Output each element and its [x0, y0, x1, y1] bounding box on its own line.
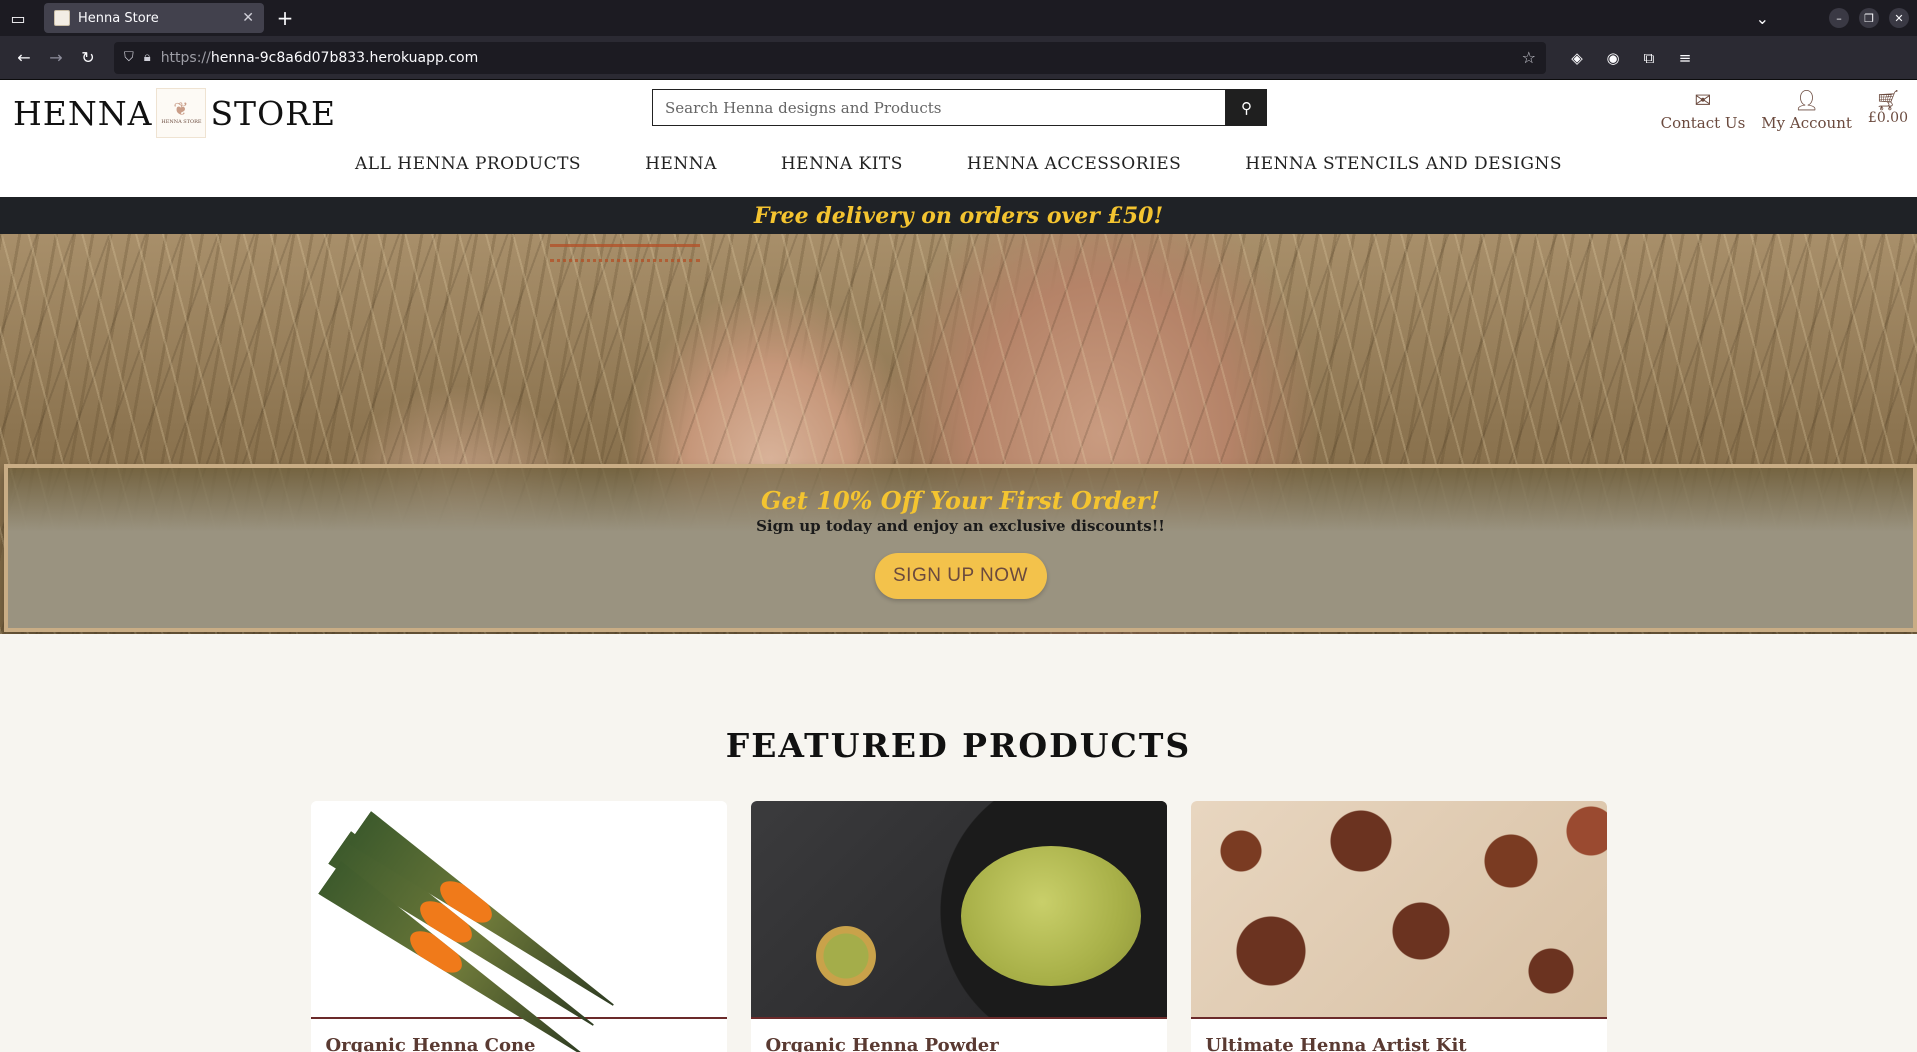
contact-us-label: Contact Us — [1660, 114, 1746, 132]
site-logo[interactable]: HENNA ❦ HENNA STORE STORE — [13, 88, 336, 138]
my-account-link[interactable]: 👤︎ My Account — [1761, 88, 1852, 132]
back-button[interactable]: ← — [8, 42, 40, 74]
new-tab-button[interactable]: + — [270, 3, 300, 33]
product-image-henna-powder[interactable] — [750, 801, 1167, 1019]
logo-text-right: STORE — [210, 93, 337, 133]
address-bar[interactable]: ⛉ 🔒︎ https://henna-9c8a6d07b833.herokuap… — [114, 41, 1546, 74]
account-circle-icon[interactable]: ◉ — [1602, 49, 1624, 67]
lock-icon[interactable]: 🔒︎ — [144, 50, 151, 65]
user-icon: 👤︎ — [1793, 88, 1820, 112]
nav-item-henna-accessories[interactable]: HENNA ACCESSORIES — [967, 154, 1181, 174]
leaf-icon: ❦ — [173, 99, 190, 120]
contact-us-link[interactable]: ✉ Contact Us — [1661, 88, 1746, 132]
spoon-shape — [810, 921, 881, 991]
promo-subtext: Sign up today and enjoy an exclusive dis… — [756, 517, 1165, 535]
minimize-button[interactable]: – — [1829, 8, 1849, 28]
logo-mark-text: HENNA STORE — [161, 119, 202, 125]
url-text: https://henna-9c8a6d07b833.herokuapp.com — [161, 50, 1522, 66]
nav-item-stencils-designs[interactable]: HENNA STENCILS AND DESIGNS — [1245, 154, 1562, 174]
powder-pile — [960, 846, 1141, 986]
sign-up-button[interactable]: SIGN UP NOW — [874, 553, 1047, 599]
signup-promo: Get 10% Off Your First Order! Sign up to… — [4, 464, 1917, 632]
delivery-banner: Free delivery on orders over £50! — [0, 197, 1917, 234]
reload-button[interactable]: ↻ — [72, 42, 104, 74]
window-controls: ⌄ – ❐ ✕ — [1756, 0, 1909, 36]
menu-icon[interactable]: ≡ — [1674, 49, 1696, 67]
product-name[interactable]: Ultimate Henna Artist Kit — [1191, 1019, 1607, 1052]
bookmark-star-icon[interactable]: ☆ — [1522, 48, 1536, 67]
nav-item-all-products[interactable]: ALL HENNA PRODUCTS — [355, 154, 581, 174]
forward-button[interactable]: → — [40, 42, 72, 74]
close-window-button[interactable]: ✕ — [1889, 8, 1909, 28]
tab-title: Henna Store — [78, 10, 159, 26]
cart-total: £0.00 — [1867, 110, 1908, 126]
my-account-label: My Account — [1761, 114, 1852, 132]
cart-link[interactable]: 🛒︎ £0.00 — [1868, 88, 1908, 132]
featured-products-list: Organic Henna Cone Organic Henna Powder … — [0, 801, 1917, 1052]
extensions-icon[interactable]: ⧉ — [1638, 49, 1660, 67]
shield-icon[interactable]: ⛉ — [124, 50, 134, 65]
url-protocol: https:// — [160, 49, 211, 66]
restore-button[interactable]: ❐ — [1859, 8, 1879, 28]
product-card[interactable]: Organic Henna Cone — [310, 801, 727, 1052]
tab-close-icon[interactable]: ✕ — [242, 10, 254, 26]
main-nav: ALL HENNA PRODUCTS HENNA HENNA KITS HENN… — [0, 154, 1917, 174]
product-image-artist-kit[interactable] — [1190, 801, 1607, 1019]
henna-cone-shape — [328, 831, 605, 1042]
featured-products-title: FEATURED PRODUCTS — [725, 726, 1192, 765]
search-button[interactable]: ⚲ — [1226, 89, 1267, 126]
search-input[interactable] — [652, 89, 1226, 126]
toolbar-icons: ◈ ◉ ⧉ ≡ — [1566, 49, 1696, 67]
product-card[interactable]: Ultimate Henna Artist Kit — [1190, 801, 1607, 1052]
search-icon: ⚲ — [1241, 99, 1252, 117]
browser-tab-bar: ▭ Henna Store ✕ + ⌄ – ❐ ✕ — [0, 0, 1917, 36]
logo-text-left: HENNA — [13, 93, 153, 133]
site-header: HENNA ❦ HENNA STORE STORE ⚲ ✉ Contact Us… — [0, 80, 1917, 197]
envelope-icon: ✉ — [1694, 88, 1712, 112]
tab-overview-icon[interactable]: ▭ — [0, 0, 36, 36]
nav-item-henna-kits[interactable]: HENNA KITS — [781, 154, 903, 174]
nav-item-henna[interactable]: HENNA — [645, 154, 717, 174]
pocket-icon[interactable]: ◈ — [1566, 49, 1588, 67]
product-name[interactable]: Organic Henna Powder — [751, 1019, 1167, 1052]
list-tabs-chevron-icon[interactable]: ⌄ — [1756, 9, 1769, 28]
henna-tattoo-band — [550, 244, 700, 262]
product-name[interactable]: Organic Henna Cone — [311, 1019, 727, 1052]
browser-nav-bar: ← → ↻ ⛉ 🔒︎ https://henna-9c8a6d07b833.he… — [0, 36, 1917, 80]
promo-heading: Get 10% Off Your First Order! — [761, 486, 1160, 515]
browser-tab[interactable]: Henna Store ✕ — [44, 3, 264, 33]
site-favicon-icon — [54, 10, 70, 26]
account-links: ✉ Contact Us 👤︎ My Account 🛒︎ £0.00 — [1661, 88, 1908, 132]
url-host: henna-9c8a6d07b833.herokuapp.com — [210, 49, 479, 66]
search-form: ⚲ — [652, 89, 1267, 126]
product-card[interactable]: Organic Henna Powder — [750, 801, 1167, 1052]
product-image-henna-cone[interactable] — [310, 801, 727, 1019]
hero-image: Get 10% Off Your First Order! Sign up to… — [0, 234, 1917, 634]
logo-mark: ❦ HENNA STORE — [156, 88, 207, 138]
